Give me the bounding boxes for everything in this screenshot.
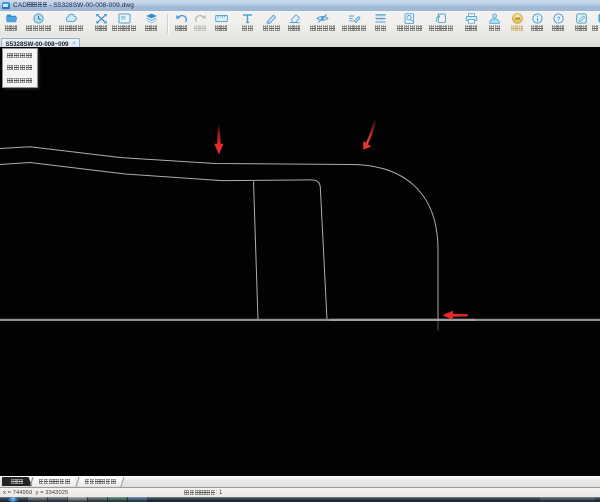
svg-text:?: ? xyxy=(556,16,560,23)
